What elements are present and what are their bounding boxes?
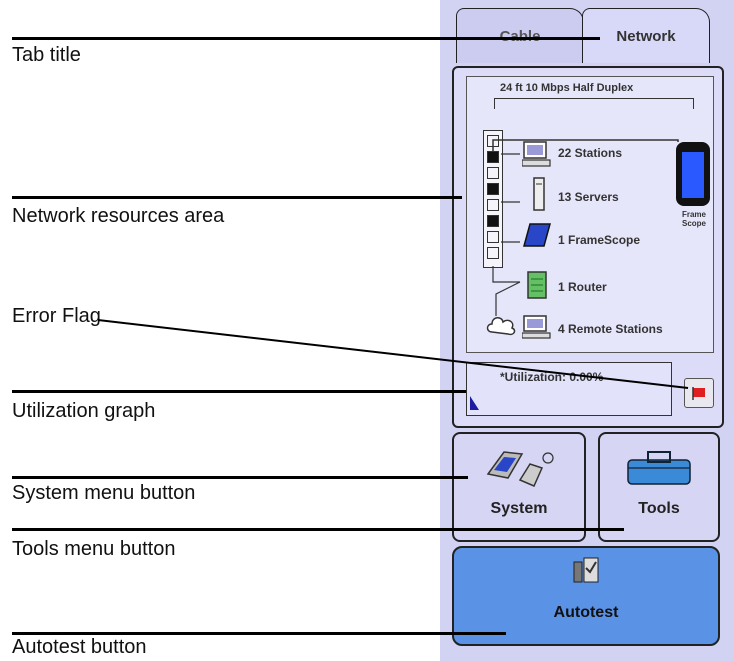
leader-autotest (12, 632, 506, 635)
leader-system-menu (12, 476, 468, 479)
leader-error-flag (97, 319, 689, 389)
leader-tools-menu (12, 528, 624, 531)
leader-utilization-graph (12, 390, 466, 393)
